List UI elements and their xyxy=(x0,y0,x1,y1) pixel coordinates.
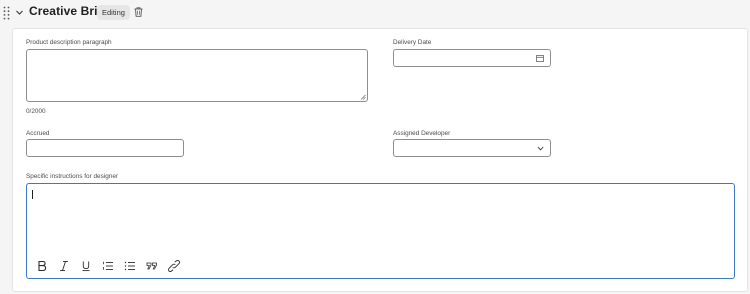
accrued-input[interactable] xyxy=(26,139,184,157)
section-header: Creative Brief Editing xyxy=(0,0,750,26)
bulleted-list-icon xyxy=(124,261,135,271)
rich-text-toolbar xyxy=(35,259,189,273)
assigned-developer-select[interactable] xyxy=(393,139,551,157)
resize-handle-icon[interactable] xyxy=(360,94,366,100)
calendar-icon[interactable] xyxy=(536,55,544,62)
link-button[interactable] xyxy=(167,259,181,273)
product-description-textarea[interactable] xyxy=(26,49,368,102)
drag-handle-icon[interactable] xyxy=(3,6,10,20)
quote-button[interactable] xyxy=(145,259,159,273)
italic-button[interactable] xyxy=(57,259,71,273)
creative-brief-form: Product description paragraph 0/2000 Del… xyxy=(12,28,748,292)
quote-icon xyxy=(146,262,157,270)
assigned-developer-label: Assigned Developer xyxy=(393,130,451,137)
underline-icon xyxy=(82,261,90,272)
numbered-list-icon xyxy=(103,261,113,270)
chevron-down-icon xyxy=(537,146,544,151)
status-badge: Editing xyxy=(97,5,130,20)
underline-button[interactable] xyxy=(79,259,93,273)
bold-icon xyxy=(38,260,47,272)
text-caret xyxy=(32,190,33,199)
bold-button[interactable] xyxy=(35,259,49,273)
product-description-label: Product description paragraph xyxy=(26,39,112,46)
link-icon xyxy=(168,260,180,272)
delivery-date-label: Delivery Date xyxy=(393,39,432,46)
trash-icon[interactable] xyxy=(134,7,143,17)
italic-icon xyxy=(60,261,68,271)
bulleted-list-button[interactable] xyxy=(123,259,137,273)
numbered-list-button[interactable] xyxy=(101,259,115,273)
designer-instructions-editor[interactable] xyxy=(26,183,735,279)
delivery-date-input[interactable] xyxy=(393,49,551,67)
character-counter: 0/2000 xyxy=(26,108,46,115)
designer-instructions-label: Specific instructions for designer xyxy=(26,173,118,180)
accrued-label: Accrued xyxy=(26,130,50,137)
chevron-down-icon[interactable] xyxy=(15,8,24,17)
